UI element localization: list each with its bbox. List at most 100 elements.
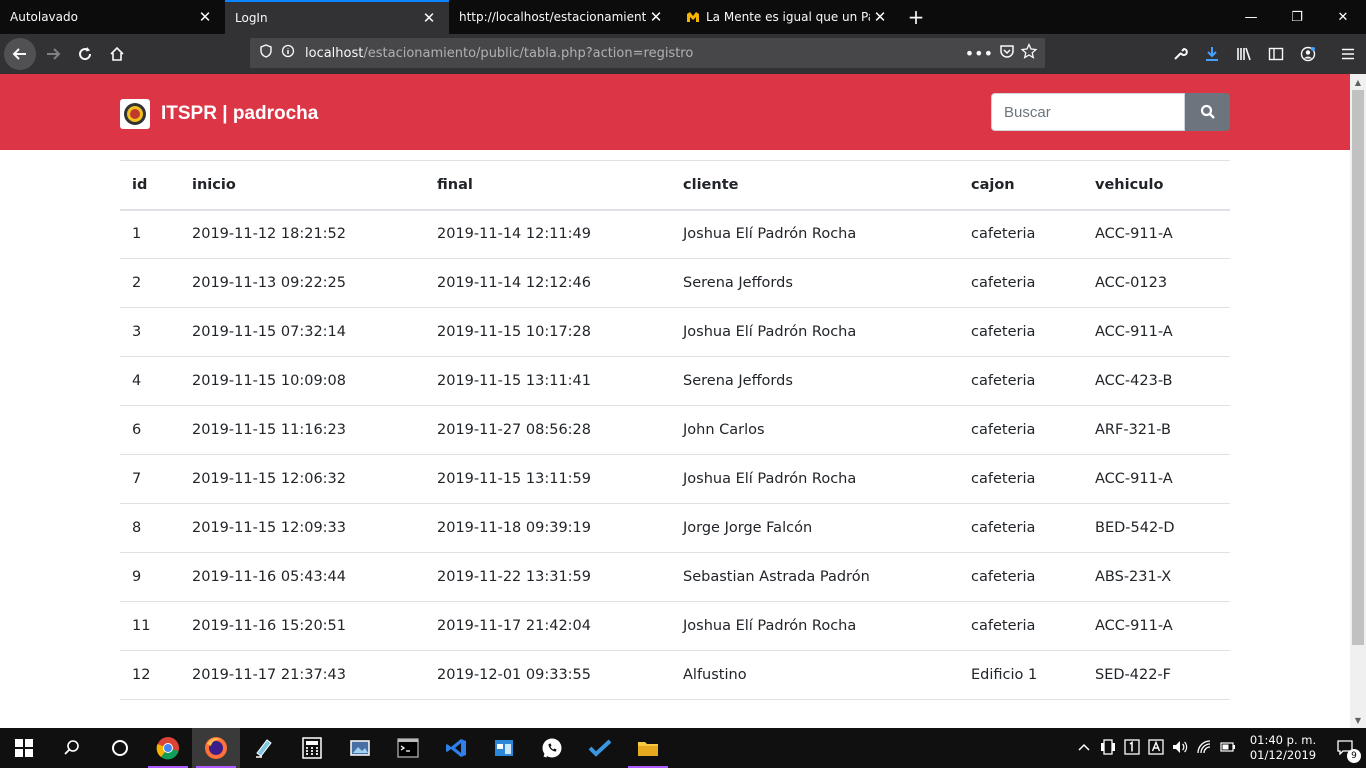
- scroll-up-icon[interactable]: ▲: [1350, 74, 1366, 90]
- search-form: [991, 93, 1230, 131]
- notepad-icon[interactable]: [240, 728, 288, 768]
- url-host: localhost: [305, 45, 364, 61]
- info-icon[interactable]: [281, 44, 295, 62]
- system-tray: 01:40 p. m. 01/12/2019 9: [1072, 728, 1366, 768]
- clock[interactable]: 01:40 p. m. 01/12/2019: [1240, 733, 1326, 763]
- sidebar-icon[interactable]: [1260, 38, 1292, 70]
- cell-cliente: Serena Jeffords: [671, 356, 959, 406]
- vscode-icon[interactable]: [432, 728, 480, 768]
- firefox-icon[interactable]: [192, 728, 240, 768]
- tab-localhost[interactable]: http://localhost/estacionamiento/p ✕: [449, 0, 676, 34]
- search-input[interactable]: [991, 93, 1185, 131]
- col-header-cajon: cajon: [959, 160, 1083, 211]
- cell-id: 1: [120, 209, 180, 259]
- scroll-thumb[interactable]: [1352, 90, 1364, 645]
- table-row: 9 2019-11-16 05:43:44 2019-11-22 13:31:59 S…: [120, 552, 1230, 602]
- tab-la-mente[interactable]: La Mente es igual que un Parac ✕: [676, 0, 900, 34]
- cell-vehiculo: ACC-0123: [1083, 258, 1230, 308]
- brand-name: ITSPR | padrocha: [161, 103, 319, 124]
- calculator-icon[interactable]: [288, 728, 336, 768]
- cell-cliente: Alfustino: [671, 650, 959, 700]
- cell-id: 6: [120, 405, 180, 455]
- volume-icon[interactable]: [1168, 739, 1192, 758]
- url-path: /estacionamiento/public/tabla.php?action…: [363, 45, 694, 61]
- file-explorer-icon[interactable]: [624, 728, 672, 768]
- cell-cajon: cafeteria: [959, 552, 1083, 602]
- cell-final: 2019-11-18 09:39:19: [425, 503, 671, 553]
- cell-cliente: John Carlos: [671, 405, 959, 455]
- tab-close-icon[interactable]: ✕: [870, 8, 890, 26]
- cell-cliente: Joshua Elí Padrón Rocha: [671, 307, 959, 357]
- caps-a-icon[interactable]: [1144, 738, 1168, 758]
- home-icon[interactable]: [101, 38, 133, 70]
- tab-login[interactable]: LogIn ✕: [225, 0, 449, 34]
- windows-taskbar: 01:40 p. m. 01/12/2019 9: [0, 728, 1366, 768]
- library-icon[interactable]: [1228, 38, 1260, 70]
- url-bar[interactable]: localhost/estacionamiento/public/tabla.p…: [250, 38, 1045, 68]
- chevron-up-icon[interactable]: [1072, 741, 1096, 755]
- notifications-icon[interactable]: 9: [1326, 739, 1366, 763]
- cortana-icon[interactable]: [96, 728, 144, 768]
- cell-id: 2: [120, 258, 180, 308]
- cell-vehiculo: ACC-911-A: [1083, 454, 1230, 504]
- scroll-down-icon[interactable]: ▼: [1350, 712, 1366, 728]
- search-icon[interactable]: [48, 728, 96, 768]
- whatsapp-icon[interactable]: [528, 728, 576, 768]
- cell-vehiculo: ARF-321-B: [1083, 405, 1230, 455]
- cell-cajon: Edificio 1: [959, 650, 1083, 700]
- start-windows-icon[interactable]: [0, 728, 48, 768]
- cell-inicio: 2019-11-16 05:43:44: [180, 552, 425, 602]
- brand[interactable]: ITSPR | padrocha: [120, 99, 318, 129]
- tab-close-icon[interactable]: ✕: [646, 8, 666, 26]
- tab-autolavado[interactable]: Autolavado ✕: [0, 0, 225, 34]
- site-navbar: ITSPR | padrocha: [0, 74, 1350, 150]
- cell-vehiculo: ACC-911-A: [1083, 307, 1230, 357]
- page-scrollbar[interactable]: ▲ ▼: [1350, 74, 1366, 728]
- cell-id: 3: [120, 307, 180, 357]
- wrench-icon[interactable]: [1164, 38, 1196, 70]
- tab-label: Autolavado: [10, 10, 78, 24]
- table-row: 3 2019-11-15 07:32:14 2019-11-15 10:17:28 J…: [120, 307, 1230, 357]
- new-tab-plus-icon[interactable]: +: [900, 0, 932, 34]
- reload-icon[interactable]: [69, 38, 101, 70]
- cell-id: 9: [120, 552, 180, 602]
- cell-id: 11: [120, 601, 180, 651]
- hamburger-menu-icon[interactable]: [1330, 38, 1366, 70]
- shield-icon[interactable]: [259, 44, 273, 62]
- window-app-icon[interactable]: [480, 728, 528, 768]
- cell-vehiculo: ACC-423-B: [1083, 356, 1230, 406]
- account-icon[interactable]: [1292, 38, 1324, 70]
- table-row: 12 2019-11-17 21:37:43 2019-12-01 09:33:55…: [120, 650, 1230, 700]
- download-icon[interactable]: [1196, 38, 1228, 70]
- col-header-id: id: [120, 160, 180, 211]
- forward-arrow-icon[interactable]: [37, 38, 69, 70]
- num-one-icon[interactable]: [1120, 738, 1144, 758]
- cell-vehiculo: ABS-231-X: [1083, 552, 1230, 602]
- tablet-mode-icon[interactable]: [1096, 738, 1120, 758]
- image-viewer-icon[interactable]: [336, 728, 384, 768]
- bookmark-star-icon[interactable]: [1020, 42, 1038, 63]
- battery-icon[interactable]: [1216, 739, 1240, 758]
- minimize-icon[interactable]: —: [1228, 0, 1274, 34]
- chrome-icon[interactable]: [144, 728, 192, 768]
- table-row: 1 2019-11-12 18:21:52 2019-11-14 12:11:49 J…: [120, 209, 1230, 259]
- cell-inicio: 2019-11-13 09:22:25: [180, 258, 425, 308]
- page-actions-icon[interactable]: •••: [965, 44, 993, 63]
- table-row: 4 2019-11-15 10:09:08 2019-11-15 13:11:41 S…: [120, 356, 1230, 406]
- tab-close-icon[interactable]: ✕: [195, 8, 215, 26]
- cell-cajon: cafeteria: [959, 601, 1083, 651]
- clock-time: 01:40 p. m.: [1249, 733, 1317, 747]
- cell-inicio: 2019-11-12 18:21:52: [180, 209, 425, 259]
- pocket-icon[interactable]: [999, 43, 1015, 63]
- cell-cajon: cafeteria: [959, 209, 1083, 259]
- back-arrow-icon[interactable]: [4, 38, 36, 70]
- terminal-icon[interactable]: [384, 728, 432, 768]
- todo-check-icon[interactable]: [576, 728, 624, 768]
- wifi-icon[interactable]: [1192, 739, 1216, 758]
- tab-close-icon[interactable]: ✕: [419, 9, 439, 27]
- cell-final: 2019-12-01 09:33:55: [425, 650, 671, 700]
- restore-icon[interactable]: ❐: [1274, 0, 1320, 34]
- cell-id: 7: [120, 454, 180, 504]
- search-button[interactable]: [1185, 93, 1230, 131]
- close-window-icon[interactable]: ✕: [1320, 0, 1366, 34]
